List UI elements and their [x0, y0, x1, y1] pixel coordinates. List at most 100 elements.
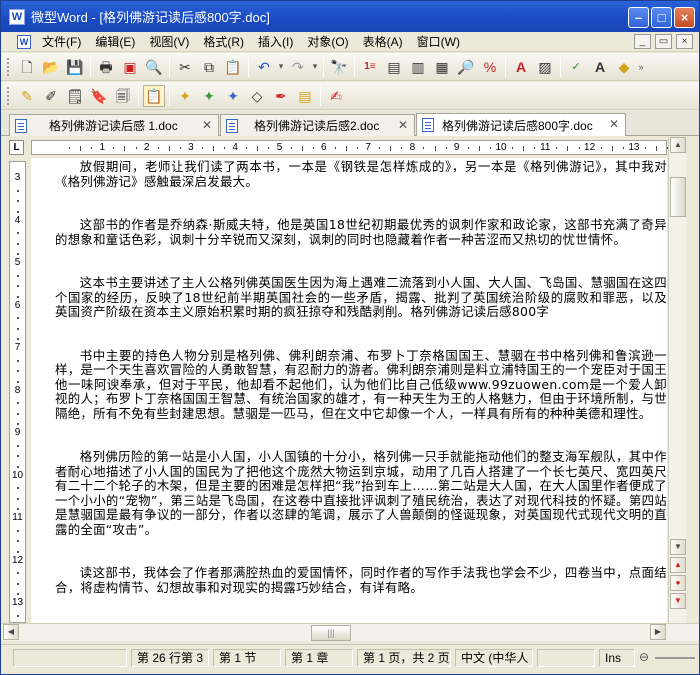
convert-icon[interactable]: 🗐 [112, 85, 134, 107]
comment-icon[interactable]: ▤ [294, 85, 316, 107]
vertical-ruler[interactable]: 3 4 5 6 7 8 9 10 11 12 13 [9, 161, 26, 623]
tab-close-icon[interactable]: ✕ [609, 117, 619, 131]
previous-page-button[interactable]: ▲ [670, 557, 686, 573]
tab-close-icon[interactable]: ✕ [398, 118, 408, 132]
close-button[interactable]: × [674, 7, 695, 28]
font-color-icon[interactable]: A [510, 56, 532, 78]
tab-doc-2[interactable]: 格列佛游记读后感2.doc ✕ [220, 114, 415, 136]
horizontal-ruler[interactable]: 1234567891011121314 [31, 140, 684, 155]
note-icon[interactable]: 🗒 [64, 85, 86, 107]
document-body[interactable]: 放假期间，老师让我们读了两本书，一本是《钢铁是怎样炼成的》，另一本是《格列佛游记… [55, 159, 667, 595]
paragraph[interactable]: 这本书主要讲述了主人公格列佛英国医生因为海上遇难二流落到小人国、大人国、飞岛国、… [55, 275, 667, 320]
paragraph[interactable]: 格列佛历险的第一站是小人国，小人国镇的十分小，格列佛一只手就能拖动他们的整支海军… [55, 449, 667, 537]
paste-icon[interactable]: 📋 [222, 56, 244, 78]
open-icon[interactable]: 📂 [40, 56, 62, 78]
cut-icon[interactable]: ✂ [174, 56, 196, 78]
document-icon[interactable]: W [17, 34, 31, 49]
tab-close-icon[interactable]: ✕ [202, 118, 212, 132]
insert-picture-icon[interactable]: ▨ [534, 56, 556, 78]
toolbar-grip[interactable] [7, 57, 11, 76]
blank-line[interactable] [55, 189, 667, 218]
select-browse-object-button[interactable]: ● [670, 575, 686, 591]
minimize-button[interactable]: – [628, 7, 649, 28]
menu-window[interactable]: 窗口(W) [410, 33, 467, 51]
next-page-button[interactable]: ▼ [670, 593, 686, 609]
zoom-track[interactable] [655, 657, 695, 659]
page-setup-icon[interactable]: ▦ [431, 56, 453, 78]
word-app-icon[interactable]: W [9, 8, 25, 25]
title-bar[interactable]: W 微型Word - [格列佛游记读后感800字.doc] – □ × [1, 1, 699, 32]
maximize-button[interactable]: □ [651, 7, 672, 28]
vruler-tick [17, 412, 19, 415]
document-page[interactable]: 放假期间，老师让我们读了两本书，一本是《钢铁是怎样炼成的》，另一本是《格列佛游记… [31, 158, 667, 623]
menu-edit[interactable]: 编辑(E) [88, 33, 142, 51]
redo-icon[interactable]: ↷ [287, 56, 309, 78]
scroll-right-button[interactable]: ▶ [650, 624, 666, 640]
toolbar-grip[interactable] [7, 86, 11, 105]
vertical-scrollbar[interactable]: ▲ ▼ ▲ ● ▼ [668, 137, 686, 623]
page-number-icon[interactable]: 1≡ [359, 56, 381, 78]
bookmark-icon[interactable]: 🔖 [88, 85, 110, 107]
doc-close-button[interactable]: × [676, 34, 693, 49]
menu-table[interactable]: 表格(A) [356, 33, 410, 51]
pen-icon[interactable]: ✒ [270, 85, 292, 107]
paragraph[interactable]: 放假期间，老师让我们读了两本书，一本是《钢铁是怎样炼成的》，另一本是《格列佛游记… [55, 159, 667, 189]
menu-insert[interactable]: 插入(I) [251, 33, 300, 51]
save-icon[interactable]: 💾 [64, 56, 86, 78]
edit-icon[interactable]: ✐ [40, 85, 62, 107]
menu-format[interactable]: 格式(R) [196, 33, 251, 51]
copy-icon[interactable]: ⧉ [198, 56, 220, 78]
status-insert-mode[interactable]: Ins [599, 649, 635, 667]
vruler-number: 4 [14, 214, 21, 226]
menu-file[interactable]: 文件(F) [35, 33, 88, 51]
status-blank-2 [537, 649, 595, 667]
print-preview-icon[interactable]: 🔍 [143, 56, 165, 78]
tab-stop-selector[interactable]: L [9, 140, 24, 155]
undo-dropdown-icon[interactable]: ▾ [276, 61, 286, 72]
spell-check-icon[interactable]: ✓ [565, 56, 587, 78]
redo-dropdown-icon[interactable]: ▾ [310, 61, 320, 72]
blank-line[interactable] [55, 247, 667, 276]
format-icon[interactable]: ◆ [613, 56, 635, 78]
scroll-up-button[interactable]: ▲ [670, 137, 686, 153]
find-icon[interactable]: 🔭 [328, 56, 350, 78]
style-icon[interactable]: ✎ [16, 85, 38, 107]
export-pdf-icon[interactable]: ▣ [119, 56, 141, 78]
highlight-yellow-icon[interactable]: ✦ [174, 85, 196, 107]
highlight-green-icon[interactable]: ✦ [198, 85, 220, 107]
vertical-scroll-thumb[interactable] [670, 177, 686, 217]
ruler-tick [445, 147, 447, 149]
paragraph[interactable]: 书中主要的持色人物分别是格列佛、佛利朗奈浦、布罗卜丁奈格国国王、慧骃在书中格列佛… [55, 348, 667, 422]
tab-doc-1[interactable]: 格列佛游记读后感 1.doc ✕ [9, 114, 219, 136]
doc-restore-button[interactable]: ▭ [655, 34, 672, 49]
header-icon[interactable]: ▤ [383, 56, 405, 78]
horizontal-scroll-thumb[interactable]: ||| [311, 625, 351, 641]
scroll-down-button[interactable]: ▼ [670, 539, 686, 555]
footer-icon[interactable]: ▥ [407, 56, 429, 78]
new-icon[interactable]: 🗋 [16, 56, 38, 78]
blank-line[interactable] [55, 320, 667, 349]
track-icon[interactable]: ✍ [325, 85, 347, 107]
toolbar-overflow-icon[interactable]: » [636, 62, 646, 72]
paragraph[interactable]: 读这部书，我体会了作者那满腔热血的爱国情怀，同时作者的写作手法我也学会不少，四卷… [55, 565, 667, 595]
scroll-left-button[interactable]: ◀ [3, 624, 19, 640]
doc-minimize-button[interactable]: _ [634, 34, 651, 49]
word-count-icon[interactable]: % [479, 56, 501, 78]
highlight-blue-icon[interactable]: ✦ [222, 85, 244, 107]
blank-line[interactable] [55, 421, 667, 450]
menu-view[interactable]: 视图(V) [142, 33, 196, 51]
print-icon[interactable]: 🖶 [95, 56, 117, 78]
paragraph[interactable]: 这部书的作者是乔纳森·斯威夫特，他是英国18世纪初期最优秀的讽刺作家和政论家，这… [55, 217, 667, 247]
zoom-slider[interactable]: ⊖ [639, 649, 697, 667]
zoom-out-icon[interactable]: ⊖ [639, 649, 649, 665]
eraser-icon[interactable]: ◇ [246, 85, 268, 107]
tab-doc-3[interactable]: 格列佛游记读后感800字.doc ✕ [416, 113, 626, 136]
undo-icon[interactable]: ↶ [253, 56, 275, 78]
zoom-icon[interactable]: 🔎 [455, 56, 477, 78]
blank-line[interactable] [55, 537, 667, 566]
horizontal-scrollbar[interactable]: ◀ ||| ▶ [1, 623, 699, 641]
paste-special-icon[interactable]: 📋 [143, 84, 165, 107]
font-icon[interactable]: A [589, 56, 611, 78]
menu-object[interactable]: 对象(O) [300, 33, 355, 51]
ruler-tick [489, 147, 491, 149]
